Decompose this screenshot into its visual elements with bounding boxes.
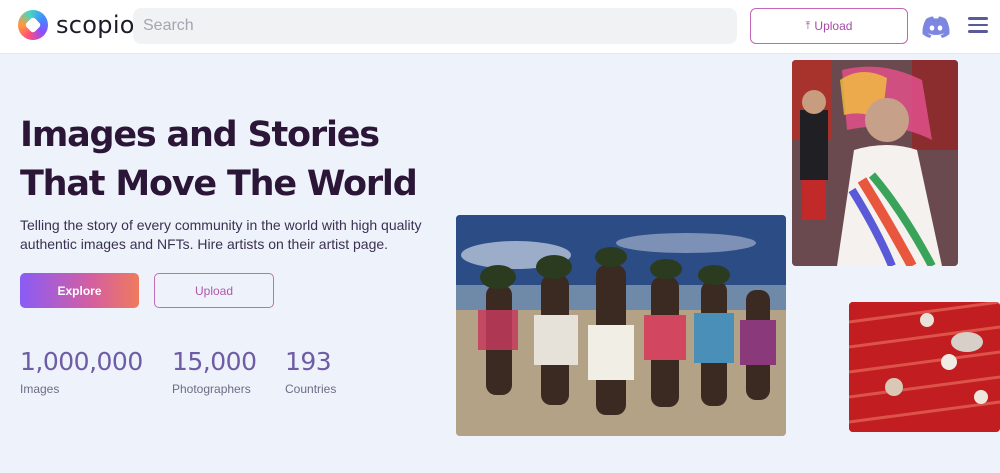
hero-subtitle: Telling the story of every community in …: [20, 217, 422, 252]
explore-button[interactable]: Explore: [20, 273, 139, 308]
hero-title-line-1: Images and Stories: [20, 115, 380, 155]
brand-name: scopio: [56, 11, 135, 39]
header-upload-label: Upload: [814, 19, 853, 33]
stat-label: Countries: [285, 382, 337, 396]
stat-value: 15,000: [172, 347, 257, 376]
discord-icon[interactable]: [921, 15, 951, 39]
stat-value: 193: [285, 347, 332, 376]
header-upload-button[interactable]: ⤒ Upload: [750, 8, 908, 44]
featured-photo-chillies[interactable]: [849, 302, 1000, 432]
stat-images: 1,000,000 Images: [20, 346, 143, 396]
featured-photo-dancers[interactable]: [456, 215, 786, 436]
stat-label: Photographers: [172, 382, 251, 396]
featured-photo-pride[interactable]: [792, 60, 958, 266]
stat-label: Images: [20, 382, 60, 396]
top-nav: scopio ⤒ Upload: [0, 0, 1000, 54]
stat-photographers: 15,000 Photographers: [172, 346, 257, 396]
upload-button[interactable]: Upload: [154, 273, 274, 308]
hamburger-menu-icon[interactable]: [968, 17, 990, 35]
scopio-logo[interactable]: scopio: [18, 10, 135, 40]
stat-countries: 193 Countries: [285, 346, 336, 396]
upload-arrow-icon: ⤒: [805, 19, 811, 32]
search-input[interactable]: [133, 8, 737, 44]
stat-value: 1,000,000: [20, 347, 143, 376]
hero-title-line-2: That Move The World: [20, 164, 418, 204]
hero-title: Images and Stories That Move The World: [20, 111, 440, 209]
scopio-logo-icon: [18, 10, 48, 40]
